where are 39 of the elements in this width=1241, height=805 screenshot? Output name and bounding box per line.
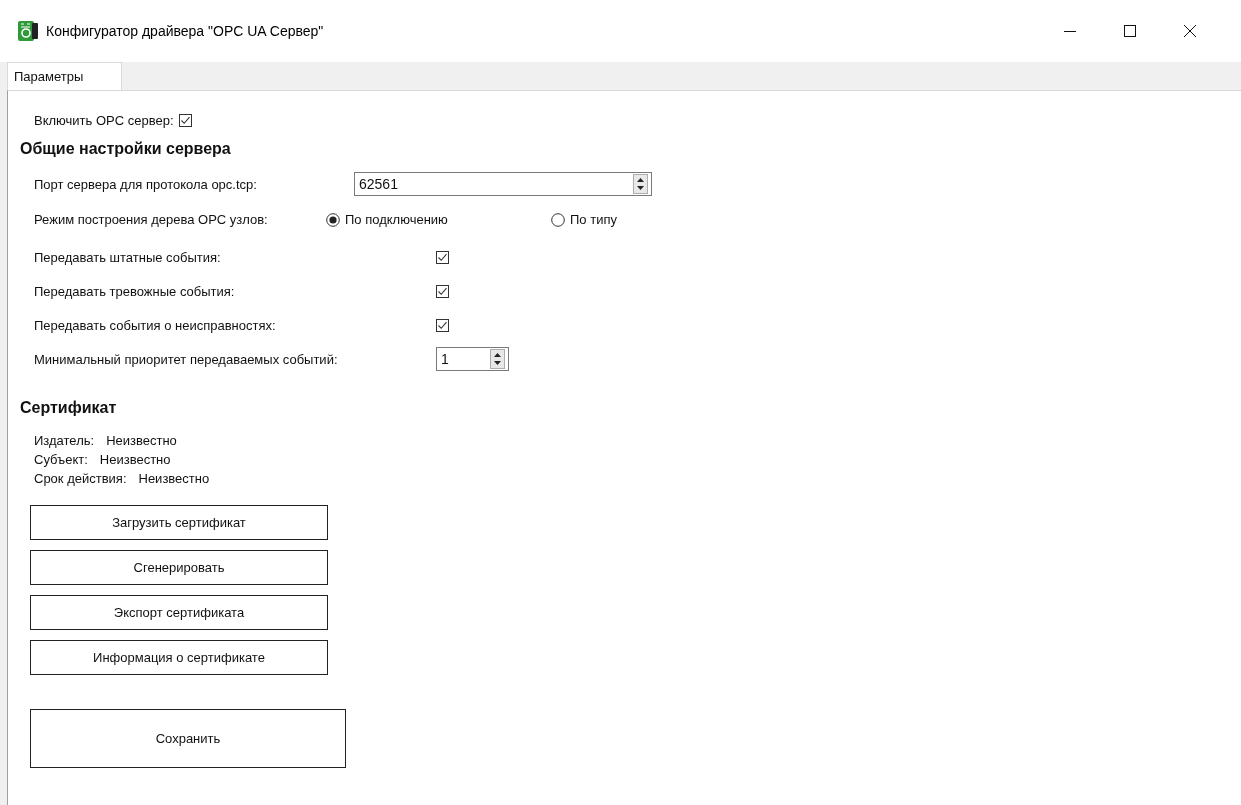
window-title: Конфигуратор драйвера "OPC UA Сервер" xyxy=(46,23,325,39)
section-heading: Общие настройки сервера xyxy=(20,140,231,158)
field-label: Включить OPC сервер: xyxy=(33,113,174,128)
certificate-button[interactable]: Экспорт сертификата xyxy=(30,595,328,630)
spin-up-icon[interactable] xyxy=(491,350,504,359)
certificate-button[interactable]: Загрузить сертификат xyxy=(30,505,328,540)
field-value: Неизвестно xyxy=(138,471,210,486)
field-label: Передавать события о неисправностях: xyxy=(33,318,277,333)
field-label: Порт сервера для протокола opc.tcp: xyxy=(33,176,258,192)
section-heading: Сертификат xyxy=(20,399,117,417)
checkbox[interactable] xyxy=(436,285,449,298)
field-label: Минимальный приоритет передаваемых событий: xyxy=(33,351,339,367)
save-button[interactable]: Сохранить xyxy=(30,709,346,768)
field-label: Субъект: xyxy=(34,452,88,467)
radio-label[interactable]: По типу xyxy=(570,212,617,227)
field-label: Передавать штатные события: xyxy=(33,250,222,265)
field-value: Неизвестно xyxy=(106,433,177,448)
radio-button[interactable] xyxy=(551,212,565,227)
certificate-button[interactable]: Сгенерировать xyxy=(30,550,328,585)
field-label: Передавать тревожные события: xyxy=(33,284,236,299)
checkbox[interactable] xyxy=(436,251,449,264)
field-label: Издатель: xyxy=(34,433,95,448)
certificate-button[interactable]: Информация о сертификате xyxy=(30,640,328,675)
field-label: Срок действия: xyxy=(34,471,127,486)
priority-spin-field[interactable]: 1 xyxy=(436,347,509,371)
radio-label[interactable]: По подключению xyxy=(345,212,448,227)
tab[interactable]: Параметры xyxy=(7,62,122,91)
spin-down-icon[interactable] xyxy=(634,184,647,193)
close-icon[interactable] xyxy=(1183,24,1197,38)
radio-button[interactable] xyxy=(326,212,340,227)
checkbox[interactable] xyxy=(178,114,192,127)
field-value: Неизвестно xyxy=(99,452,171,467)
port-spin-field[interactable]: 62561 xyxy=(354,172,652,196)
spin-up-icon[interactable] xyxy=(634,175,647,184)
checkbox[interactable] xyxy=(436,319,449,332)
app-icon xyxy=(18,21,38,41)
maximize-icon[interactable] xyxy=(1123,24,1137,38)
field-label: Режим построения дерева OPC узлов: xyxy=(33,212,269,227)
spin-down-icon[interactable] xyxy=(491,359,504,368)
